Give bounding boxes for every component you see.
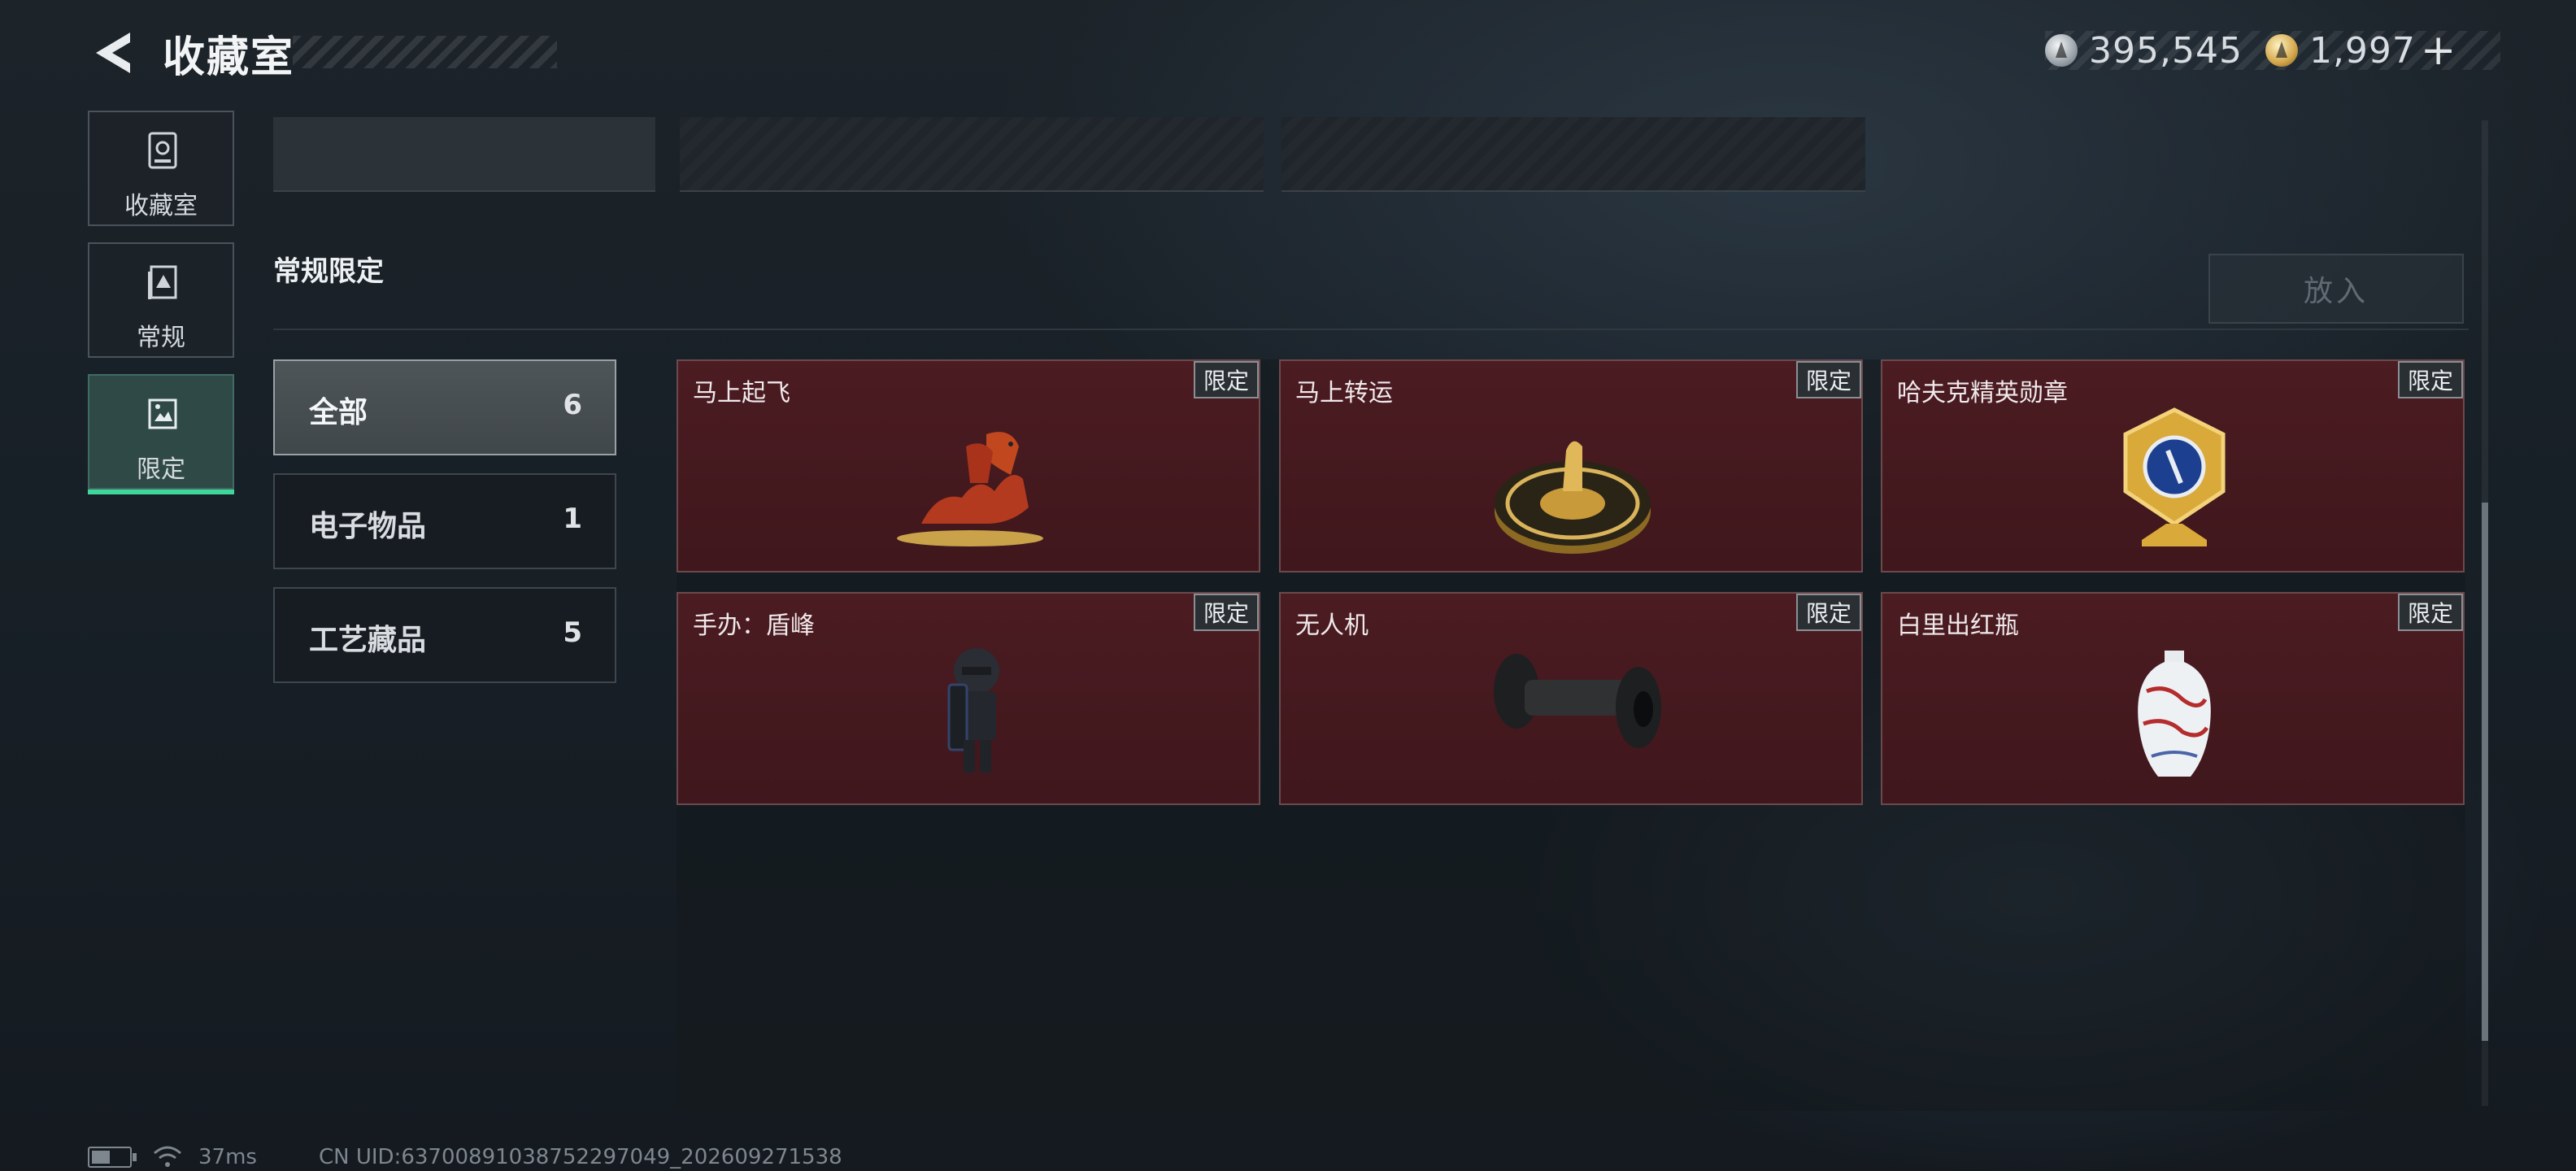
item-name: 无人机 [1295,612,1368,640]
silver-amount: 395,545 [2089,29,2243,72]
item-card-gold-compass[interactable]: 马上转运 限定 [1279,359,1863,572]
partial-card[interactable] [680,117,1264,192]
limited-badge: 限定 [1194,361,1259,398]
limited-icon [148,398,177,429]
item-card-drone[interactable]: 无人机 限定 [1279,592,1863,805]
limited-badge: 限定 [1194,594,1259,631]
wifi-icon [154,1146,181,1167]
regular-icon [148,265,177,299]
item-name: 马上转运 [1295,379,1393,407]
nav-regular[interactable]: 常规 [88,242,234,358]
limited-badge: 限定 [2398,361,2463,398]
red-horse-icon [897,432,1043,546]
nav-limited[interactable]: 限定 [88,374,234,494]
item-name: 马上起飞 [693,379,790,407]
item-card-porcelain-vase[interactable]: 白里出红瓶 限定 [1881,592,2465,805]
porcelain-vase-icon [2138,651,2211,777]
category-count: 6 [563,389,582,421]
limited-badge: 限定 [2398,594,2463,631]
category-count: 1 [563,503,582,535]
nav-collection-room[interactable]: 收藏室 [88,111,234,226]
back-arrow-icon[interactable] [88,28,137,78]
gold-amount: 1,997 [2308,29,2416,72]
page-title: 收藏室 [163,33,295,82]
partial-card[interactable] [1281,117,1865,192]
item-card-red-horse[interactable]: 马上起飞 限定 [677,359,1260,572]
scrollbar-thumb[interactable] [2482,503,2488,1041]
left-nav: 收藏室 常规 限定 [88,111,237,506]
category-name: 电子物品 [309,510,427,543]
place-in-button[interactable]: 放入 [2208,254,2464,324]
category-name: 工艺藏品 [309,624,427,657]
category-count: 5 [563,616,582,649]
category-name: 全部 [309,396,368,429]
title-decoration [293,36,557,68]
uid-text: CN UID:637008910387522970​49_20260927153… [318,1145,842,1169]
currency-bar: 395,545 1,997 + [2045,26,2500,75]
gold-medal-icon [2123,407,2226,546]
status-footer: 37ms CN UID:637008910387522970​49_202609… [88,1145,842,1169]
nav-limited-label: 限定 [137,455,185,484]
silver-currency: 395,545 [2045,30,2243,72]
ping-value: 37ms [198,1145,257,1169]
limited-badge: 限定 [1796,594,1861,631]
gold-coin-icon [2265,34,2298,67]
nav-regular-label: 常规 [137,324,185,352]
shield-figure-icon [947,648,999,773]
limited-badge: 限定 [1796,361,1861,398]
category-all[interactable]: 全部 6 [273,359,616,455]
item-name: 哈夫克精英勋章 [1897,379,2068,407]
item-name: 白里出红瓶 [1897,612,2019,640]
nav-collection-room-label: 收藏室 [124,192,198,220]
gold-currency: 1,997 + [2265,26,2456,75]
top-bar: 收藏室 395,545 1,997 + [0,0,2576,106]
battery-icon [88,1147,137,1168]
item-name: 手办：盾峰 [693,612,815,640]
drone-wheels-icon [1494,654,1661,748]
category-crafts[interactable]: 工艺藏品 5 [273,587,616,683]
category-electronics[interactable]: 电子物品 1 [273,473,616,569]
item-card-shield-figure[interactable]: 手办：盾峰 限定 [677,592,1260,805]
collection-room-icon [148,132,177,169]
section-divider [273,329,2469,330]
add-currency-button[interactable]: + [2421,26,2456,75]
silver-coin-icon [2045,34,2078,67]
section-title: 常规限定 [273,255,384,288]
item-card-elite-medal[interactable]: 哈夫克精英勋章 限定 [1881,359,2465,572]
partial-card[interactable] [273,117,655,192]
gold-compass-horse-icon [1495,441,1651,554]
